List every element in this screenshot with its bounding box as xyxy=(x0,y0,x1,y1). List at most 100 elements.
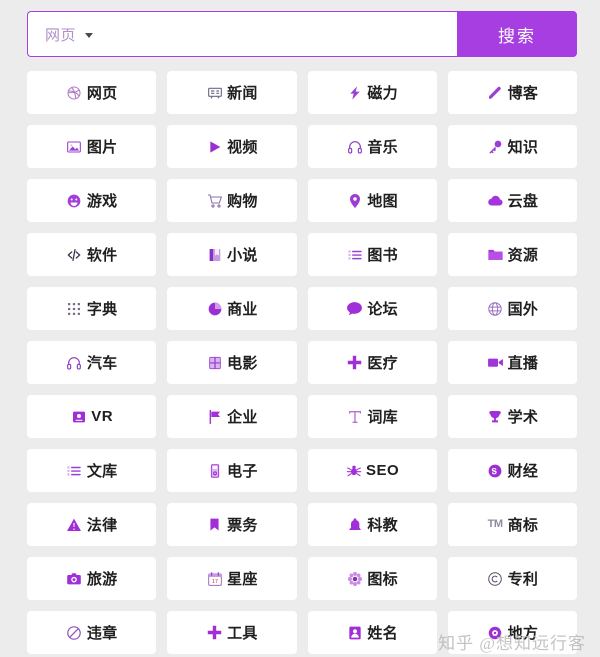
headphones-icon xyxy=(66,354,83,371)
category-cell[interactable]: 软件 xyxy=(27,233,157,276)
svg-text:17: 17 xyxy=(212,579,218,585)
code-brackets-icon xyxy=(66,246,83,263)
category-cell-label: 购物 xyxy=(227,193,258,210)
person-badge-icon xyxy=(346,624,363,641)
search-input[interactable] xyxy=(93,12,457,56)
category-cell[interactable]: 资源 xyxy=(447,233,577,276)
category-cell-label: 论坛 xyxy=(367,301,398,318)
category-cell[interactable]: 图片 xyxy=(27,125,157,168)
book-icon xyxy=(206,246,223,263)
category-cell[interactable]: 企业 xyxy=(167,395,297,438)
category-cell-label: 旅游 xyxy=(86,571,118,588)
category-cell[interactable]: 票务 xyxy=(167,503,297,546)
pencil-icon xyxy=(487,84,504,101)
category-cell-label: 图片 xyxy=(86,139,118,156)
category-cell[interactable]: 直播 xyxy=(447,341,577,384)
search-field[interactable]: 网页 xyxy=(27,11,457,57)
list-bullets-icon xyxy=(346,246,363,263)
category-cell[interactable]: 论坛 xyxy=(307,287,437,330)
bookmark-icon xyxy=(206,516,223,533)
category-cell-label: 字典 xyxy=(86,301,118,318)
category-cell-label: 博客 xyxy=(507,85,539,102)
category-cell[interactable]: 小说 xyxy=(167,233,297,276)
category-cell[interactable]: 视频 xyxy=(167,125,297,168)
category-cell[interactable]: 云盘 xyxy=(447,179,577,222)
category-cell[interactable]: 知识 xyxy=(447,125,577,168)
search-category-select[interactable]: 网页 xyxy=(45,24,94,45)
category-cell[interactable]: 网页 xyxy=(27,71,157,114)
category-cell[interactable]: SEO xyxy=(307,449,437,492)
category-cell[interactable]: 工具 xyxy=(167,611,297,654)
play-triangle-icon xyxy=(206,138,223,155)
category-cell[interactable]: 图标 xyxy=(307,557,437,600)
category-cell[interactable]: 地图 xyxy=(307,179,437,222)
category-cell[interactable]: 新闻 xyxy=(167,71,297,114)
category-cell-label: 商标 xyxy=(507,517,539,534)
category-cell[interactable]: 磁力 xyxy=(307,71,437,114)
category-cell-label: 姓名 xyxy=(367,625,398,642)
pie-chart-icon xyxy=(206,300,223,317)
category-cell-label: 企业 xyxy=(227,409,258,426)
category-cell[interactable]: 购物 xyxy=(167,179,297,222)
category-cell-label: 科教 xyxy=(367,517,398,534)
category-cell[interactable]: 专利 xyxy=(447,557,577,600)
category-cell[interactable]: 财经 xyxy=(447,449,577,492)
category-cell[interactable]: 词库 xyxy=(307,395,437,438)
category-cell-label: 视频 xyxy=(227,139,258,156)
category-cell[interactable]: 国外 xyxy=(447,287,577,330)
category-cell-label: 财经 xyxy=(507,463,539,480)
folder-icon xyxy=(487,246,504,263)
chevron-down-icon xyxy=(85,32,94,38)
category-cell-label: 票务 xyxy=(227,517,258,534)
category-cell-label: 专利 xyxy=(507,571,539,588)
search-button[interactable]: 搜索 xyxy=(457,11,577,57)
category-cell-label: 词库 xyxy=(367,409,398,426)
category-cell[interactable]: 商业 xyxy=(167,287,297,330)
lightning-bolt-icon xyxy=(346,84,363,101)
speech-bubble-icon xyxy=(346,300,363,317)
category-cell[interactable]: 17 星座 xyxy=(167,557,297,600)
copyright-icon xyxy=(487,570,504,587)
category-cell[interactable]: VR xyxy=(27,395,157,438)
category-cell[interactable]: 游戏 xyxy=(27,179,157,222)
category-cell-label: 违章 xyxy=(86,625,118,642)
plus-cross-icon xyxy=(206,624,223,641)
category-cell[interactable]: 违章 xyxy=(27,611,157,654)
category-cell-label: 软件 xyxy=(86,247,118,264)
category-cell-label: 地图 xyxy=(367,193,398,210)
category-cell[interactable]: 旅游 xyxy=(27,557,157,600)
grid-dots-icon xyxy=(66,300,83,317)
category-cell-label: 图书 xyxy=(367,247,398,264)
category-cell[interactable]: 科教 xyxy=(307,503,437,546)
category-cell[interactable]: 电影 xyxy=(167,341,297,384)
category-cell[interactable]: 音乐 xyxy=(307,125,437,168)
category-cell[interactable]: 法律 xyxy=(27,503,157,546)
category-cell-label: 磁力 xyxy=(367,85,398,102)
category-cell[interactable]: 博客 xyxy=(447,71,577,114)
category-cell[interactable]: 字典 xyxy=(27,287,157,330)
category-cell-label: 文库 xyxy=(86,463,118,480)
cloud-icon xyxy=(487,192,504,209)
category-cell[interactable]: 图书 xyxy=(307,233,437,276)
category-cell[interactable]: 学术 xyxy=(447,395,577,438)
warning-triangle-icon xyxy=(66,516,83,533)
flag-icon xyxy=(206,408,223,425)
category-cell-label: 国外 xyxy=(507,301,539,318)
vr-box-icon xyxy=(70,408,87,425)
category-cell-label: 直播 xyxy=(507,355,539,372)
spider-bug-icon xyxy=(345,462,362,479)
category-cell[interactable]: 地方 xyxy=(447,611,577,654)
category-cell[interactable]: 文库 xyxy=(27,449,157,492)
category-cell[interactable]: 医疗 xyxy=(307,341,437,384)
dribbble-web-icon xyxy=(66,84,83,101)
category-cell-label: VR xyxy=(91,408,114,425)
plus-cross-icon xyxy=(346,354,363,371)
category-cell[interactable]: 汽车 xyxy=(27,341,157,384)
category-cell[interactable]: 姓名 xyxy=(307,611,437,654)
category-cell[interactable]: 电子 xyxy=(167,449,297,492)
category-cell[interactable]: TM 商标 xyxy=(447,503,577,546)
calendar-icon: 17 xyxy=(206,570,223,587)
video-camera-icon xyxy=(487,354,504,371)
category-cell-label: 商业 xyxy=(227,301,258,318)
search-bar: 网页 搜索 xyxy=(27,11,577,57)
